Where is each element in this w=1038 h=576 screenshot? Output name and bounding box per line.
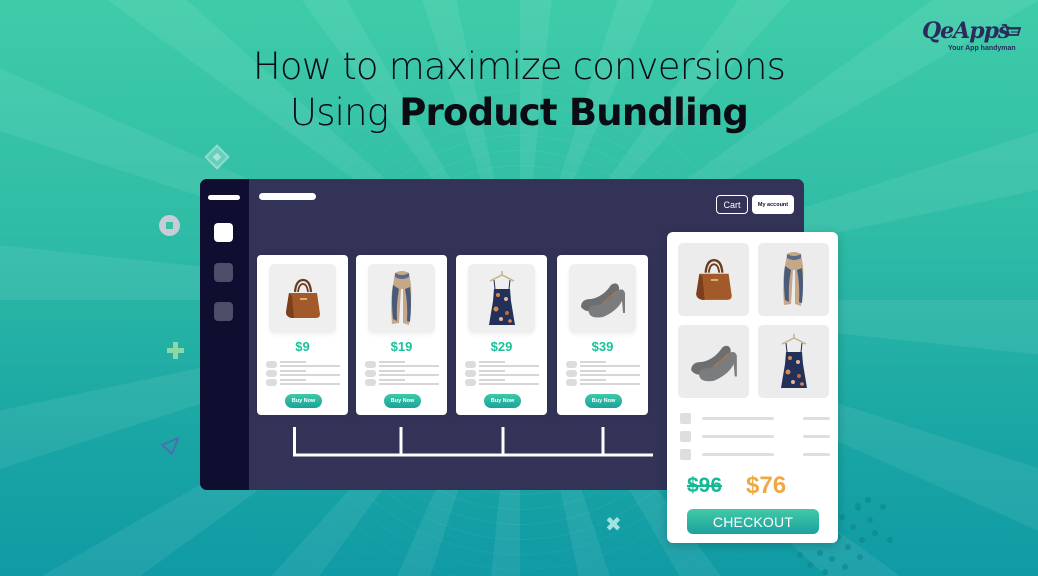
option-row: [266, 370, 341, 377]
bundle-item-scarf: [758, 243, 829, 316]
bundle-item-dress: [758, 325, 829, 398]
logo-tagline: Your App handyman: [948, 45, 1016, 52]
original-price: $96: [687, 474, 723, 497]
logo-cart-icon: [1002, 24, 1022, 36]
buy-now-button[interactable]: Buy Now: [285, 394, 322, 408]
heels-icon: [580, 282, 625, 317]
option-row: [465, 379, 540, 386]
option-checkbox[interactable]: [465, 361, 476, 368]
handbag-icon: [285, 278, 320, 318]
product-image: [468, 264, 535, 333]
scarf-icon: [390, 270, 411, 325]
scarf-icon: [782, 251, 803, 306]
buy-now-button[interactable]: Buy Now: [484, 394, 521, 408]
logo-wordmark: QeApps: [922, 18, 1010, 44]
qeapps-logo: QeApps Your App handyman: [922, 18, 1022, 54]
product-price: $39: [591, 339, 614, 354]
product-price: $9: [295, 339, 310, 354]
bundle-line-item: [680, 431, 830, 442]
option-row: [465, 361, 540, 368]
diamond-decoration-icon: [204, 144, 230, 170]
headline: How to maximize conversions Using Produc…: [0, 44, 1038, 136]
bundle-line-item: [680, 449, 830, 460]
buy-now-button[interactable]: Buy Now: [585, 394, 622, 408]
option-row: [566, 370, 641, 377]
product-price: $19: [390, 339, 413, 354]
sidebar-menu-bar[interactable]: [208, 195, 240, 200]
sidebar-item-active[interactable]: [214, 223, 233, 242]
bundle-item-checkbox[interactable]: [680, 449, 691, 460]
headline-line-1: How to maximize conversions: [252, 45, 786, 88]
option-row: [566, 361, 641, 368]
bundle-item-checkbox[interactable]: [680, 413, 691, 424]
option-checkbox[interactable]: [365, 379, 376, 386]
headline-line-2-prefix: Using: [289, 91, 400, 134]
product-card-heels: $39 Buy Now: [557, 255, 648, 415]
bundle-item-heels: [678, 325, 749, 398]
handbag-icon: [695, 258, 732, 300]
sidebar-item[interactable]: [214, 302, 233, 321]
product-image: [269, 264, 336, 333]
product-image: [569, 264, 636, 333]
x-decoration-icon: ✖: [605, 514, 622, 536]
bundle-price: $76: [746, 472, 787, 499]
option-row: [365, 361, 440, 368]
product-card-scarf: $19 Buy Now: [356, 255, 447, 415]
option-row: [365, 370, 440, 377]
option-row: [266, 379, 341, 386]
bundle-panel: $96 $76 CHECKOUT: [667, 232, 838, 543]
bundle-line-item: [680, 413, 830, 424]
bundle-connector-lines: [293, 427, 653, 457]
option-row: [465, 370, 540, 377]
dress-icon: [488, 270, 515, 325]
bundle-item-handbag: [678, 243, 749, 316]
my-account-button[interactable]: My account: [752, 195, 794, 214]
option-checkbox[interactable]: [266, 361, 277, 368]
coin-decoration-icon: [159, 215, 180, 236]
option-checkbox[interactable]: [465, 370, 476, 377]
option-checkbox[interactable]: [266, 379, 277, 386]
triangle-decoration-icon: [161, 437, 179, 455]
option-checkbox[interactable]: [365, 361, 376, 368]
product-card-dress: $29 Buy Now: [456, 255, 547, 415]
option-checkbox[interactable]: [566, 361, 577, 368]
product-image: [368, 264, 435, 333]
option-checkbox[interactable]: [566, 379, 577, 386]
bundle-item-checkbox[interactable]: [680, 431, 691, 442]
plus-decoration-icon: [167, 342, 184, 359]
headline-line-2: Using Product Bundling: [0, 90, 1038, 136]
sidebar: [200, 179, 249, 490]
headline-line-2-strong: Product Bundling: [399, 91, 749, 134]
option-checkbox[interactable]: [365, 370, 376, 377]
option-checkbox[interactable]: [266, 370, 277, 377]
option-row: [266, 361, 341, 368]
cart-button[interactable]: Cart: [716, 195, 748, 214]
page-title-placeholder: [259, 193, 316, 200]
sidebar-item[interactable]: [214, 263, 233, 282]
product-price: $29: [490, 339, 513, 354]
option-row: [566, 379, 641, 386]
checkout-button[interactable]: CHECKOUT: [687, 509, 819, 534]
buy-now-button[interactable]: Buy Now: [384, 394, 421, 408]
dress-icon: [780, 333, 807, 388]
option-checkbox[interactable]: [465, 379, 476, 386]
product-card-handbag: $9 Buy Now: [257, 255, 348, 415]
option-checkbox[interactable]: [566, 370, 577, 377]
heels-icon: [690, 345, 737, 381]
option-row: [365, 379, 440, 386]
